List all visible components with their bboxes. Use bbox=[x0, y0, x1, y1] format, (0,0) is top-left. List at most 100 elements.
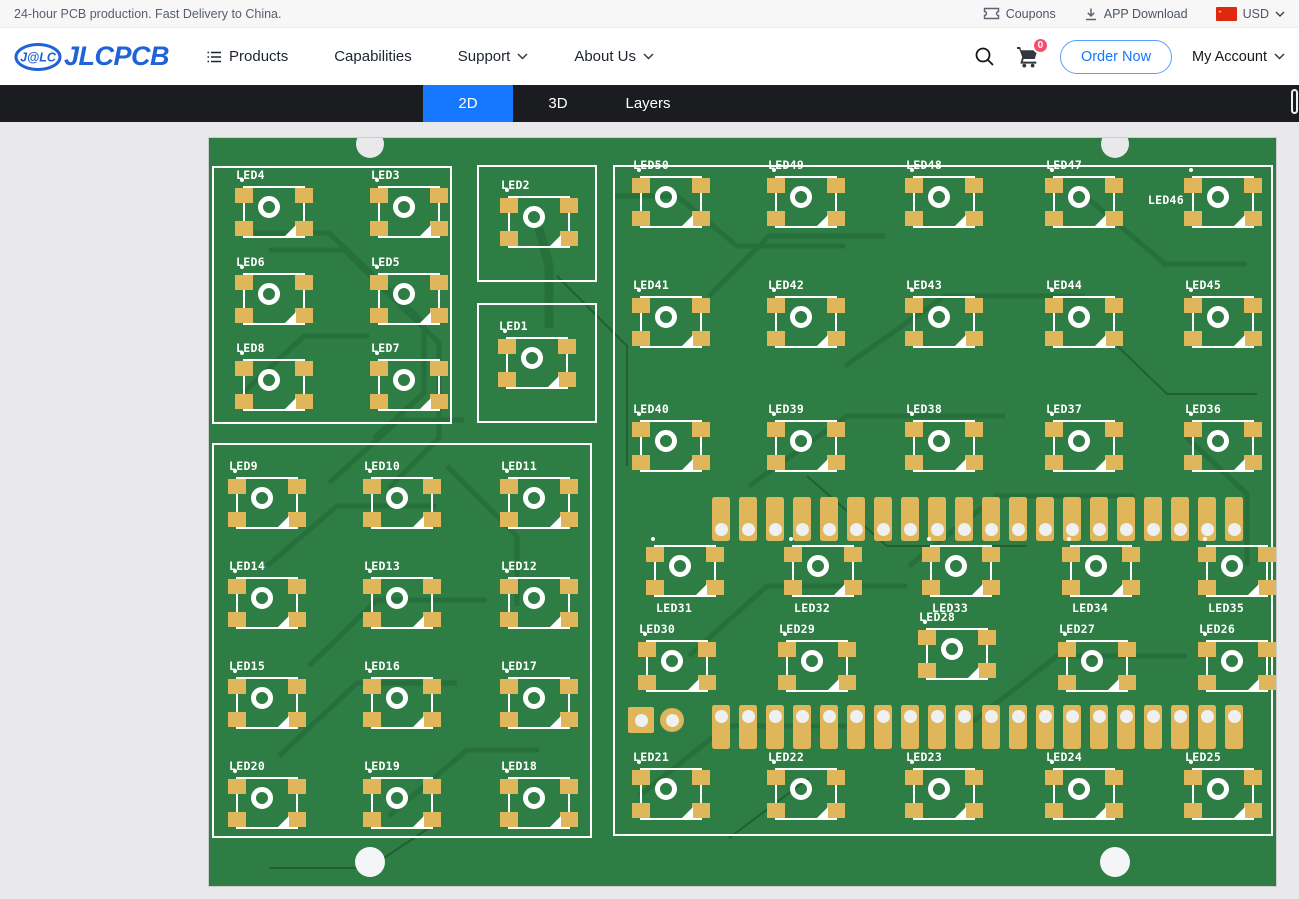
pin1-dot bbox=[1203, 632, 1207, 636]
polarity-triangle bbox=[688, 679, 699, 690]
pad-hole bbox=[1173, 710, 1187, 723]
led-pad bbox=[965, 211, 983, 226]
led-pad bbox=[767, 178, 785, 193]
led-pad bbox=[500, 812, 518, 827]
nav-support[interactable]: Support bbox=[458, 48, 529, 65]
led-pad bbox=[1045, 455, 1063, 470]
led-pad bbox=[905, 770, 923, 785]
polarity-triangle bbox=[828, 679, 839, 690]
led-pad bbox=[978, 630, 996, 645]
led-ring bbox=[1207, 430, 1229, 452]
app-download-link[interactable]: APP Download bbox=[1084, 7, 1188, 21]
polarity-triangle bbox=[1248, 584, 1259, 595]
search-button[interactable] bbox=[974, 46, 995, 67]
tab-2d[interactable]: 2D bbox=[423, 85, 513, 122]
led-pad bbox=[288, 712, 306, 727]
pad-hole bbox=[714, 523, 728, 536]
pad-hole bbox=[849, 523, 863, 536]
led-pad bbox=[1184, 422, 1202, 437]
through-hole-pad bbox=[982, 497, 1000, 541]
scrollbar-thumb[interactable] bbox=[1291, 89, 1298, 114]
through-hole-pad bbox=[1171, 705, 1189, 749]
led-component: LED24 bbox=[1045, 750, 1123, 820]
led-pad bbox=[235, 394, 253, 409]
polarity-triangle bbox=[682, 215, 693, 226]
pad-hole bbox=[795, 710, 809, 723]
led-component: LED4 bbox=[235, 168, 313, 238]
led-ring bbox=[945, 555, 967, 577]
led-pad bbox=[905, 455, 923, 470]
jlcpcb-logo[interactable]: J@LC JLCPCB bbox=[14, 41, 170, 73]
led-pad bbox=[918, 663, 936, 678]
nav-products[interactable]: Products bbox=[207, 48, 288, 65]
led-component: LED39 bbox=[767, 402, 845, 472]
polarity-triangle bbox=[1095, 335, 1106, 346]
led-ring bbox=[790, 778, 812, 800]
led-pad bbox=[560, 612, 578, 627]
coupons-link[interactable]: Coupons bbox=[983, 7, 1056, 21]
led-pad bbox=[1045, 298, 1063, 313]
led-pad bbox=[235, 275, 253, 290]
tab-layers[interactable]: Layers bbox=[603, 85, 693, 122]
led-label: LED46 bbox=[1147, 193, 1184, 207]
led-pad bbox=[228, 612, 246, 627]
led-pad bbox=[423, 479, 441, 494]
polarity-triangle bbox=[955, 335, 966, 346]
led-pad bbox=[423, 579, 441, 594]
polarity-triangle bbox=[955, 459, 966, 470]
polarity-triangle bbox=[1234, 335, 1245, 346]
pcb-2d-canvas[interactable]: LED1 LED2 LED3 LED4 LED5 LED6 LED7 LED8 LED9 LED1… bbox=[209, 138, 1276, 886]
through-hole-pad bbox=[955, 497, 973, 541]
through-hole-pad bbox=[901, 705, 919, 749]
through-hole-pad bbox=[1117, 497, 1135, 541]
cart-button[interactable]: 0 bbox=[1015, 37, 1049, 68]
pin1-dot bbox=[1203, 537, 1207, 541]
led-component: LED28 bbox=[918, 610, 996, 680]
led-pad bbox=[767, 455, 785, 470]
nav-capabilities[interactable]: Capabilities bbox=[334, 48, 412, 65]
led-pad bbox=[965, 331, 983, 346]
pad-hole bbox=[957, 710, 971, 723]
tab-3d[interactable]: 3D bbox=[513, 85, 603, 122]
led-pad bbox=[1118, 642, 1136, 657]
main-header: J@LC JLCPCB Products Capabilities Suppor… bbox=[0, 28, 1299, 85]
led-pad bbox=[1105, 803, 1123, 818]
through-hole-pad bbox=[1225, 705, 1243, 749]
led-pad bbox=[1058, 675, 1076, 690]
led-pad bbox=[632, 331, 650, 346]
order-now-button[interactable]: Order Now bbox=[1059, 39, 1173, 74]
pin1-dot bbox=[240, 178, 244, 182]
led-pad bbox=[430, 221, 448, 236]
led-pad bbox=[235, 188, 253, 203]
led-pad bbox=[363, 779, 381, 794]
led-component: LED48 bbox=[905, 158, 983, 228]
led-pad bbox=[905, 211, 923, 226]
led-component: LED46 bbox=[1148, 168, 1262, 228]
polarity-triangle bbox=[285, 398, 296, 409]
led-pad bbox=[1184, 331, 1202, 346]
currency-selector[interactable]: USD bbox=[1215, 6, 1285, 21]
led-pad bbox=[1045, 803, 1063, 818]
led-component: LED22 bbox=[767, 750, 845, 820]
led-pad bbox=[370, 221, 388, 236]
led-ring bbox=[523, 687, 545, 709]
led-pad bbox=[978, 663, 996, 678]
led-ring bbox=[655, 778, 677, 800]
pad-hole bbox=[822, 523, 836, 536]
led-ring bbox=[393, 283, 415, 305]
led-pad bbox=[982, 547, 1000, 562]
pin1-dot bbox=[233, 669, 237, 673]
led-component: LED19 bbox=[363, 759, 441, 829]
led-component: LED5 bbox=[370, 255, 448, 325]
led-ring bbox=[386, 787, 408, 809]
led-ring bbox=[669, 555, 691, 577]
my-account-menu[interactable]: My Account bbox=[1192, 49, 1285, 65]
pin1-dot bbox=[375, 265, 379, 269]
pin1-dot bbox=[1050, 168, 1054, 172]
led-component: LED42 bbox=[767, 278, 845, 348]
through-hole-pad bbox=[928, 705, 946, 749]
viewer-viewport: LED1 LED2 LED3 LED4 LED5 LED6 LED7 LED8 LED9 LED1… bbox=[0, 122, 1299, 899]
nav-about-us[interactable]: About Us bbox=[574, 48, 654, 65]
led-pad bbox=[363, 712, 381, 727]
mounting-hole bbox=[355, 847, 385, 877]
